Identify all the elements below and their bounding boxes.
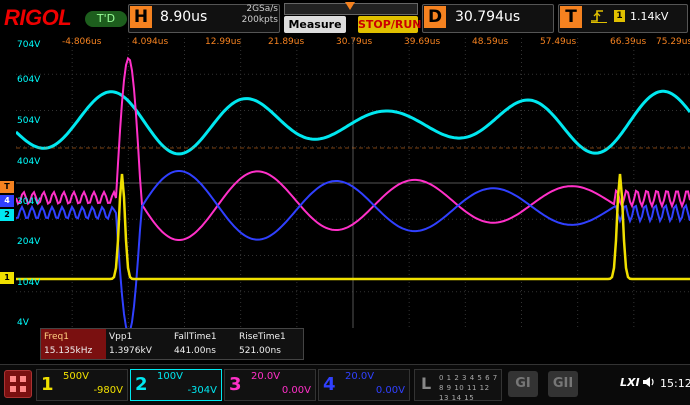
voltage-label: 404V (17, 157, 41, 167)
horizontal-label: H (130, 6, 152, 28)
trigger-source-badge: 1 (614, 10, 625, 22)
channel-scale: 20.0V (251, 371, 281, 382)
measurement-value: 15.135kHz (44, 346, 93, 356)
ch2-offset-marker[interactable]: 2 (0, 209, 14, 221)
sample-rate-info: 2GSa/s 200kpts (226, 4, 278, 26)
waveform-display[interactable] (16, 38, 690, 328)
channel-offset: -980V (93, 385, 123, 396)
generator-2-button[interactable]: GII (548, 371, 578, 397)
trigger-position-marker (345, 2, 355, 10)
channel-scale: 100V (157, 371, 183, 382)
channel-number: 4 (323, 374, 336, 395)
voltage-label: 504V (17, 116, 41, 126)
voltage-label: 604V (17, 75, 41, 85)
channel-number: 3 (229, 374, 242, 395)
measurement-name: Freq1 (44, 332, 70, 342)
stop-run-button[interactable]: STOP/RUN (358, 16, 421, 33)
trigger-level: 1.14kV (630, 10, 669, 23)
delay-value: 30.794us (455, 9, 521, 25)
logic-label: L (421, 374, 432, 393)
channel-offset: -304V (187, 385, 217, 396)
measurement-freq[interactable]: Freq1 15.135kHz (41, 329, 106, 359)
trigger-label: T (560, 6, 582, 28)
channel-4-box[interactable]: 4 20.0V 0.00V (318, 369, 410, 401)
channel-offset: 0.00V (281, 385, 311, 396)
measurement-vpp[interactable]: Vpp1 1.3976kV (106, 329, 171, 359)
speaker-icon[interactable] (642, 376, 656, 391)
trigger-level-marker[interactable]: T (0, 181, 14, 193)
logic-row: 0 1 2 3 4 5 6 7 (439, 374, 498, 382)
grid-menu-icon (10, 376, 26, 392)
logic-channels: 0 1 2 3 4 5 6 7 8 9 10 11 12 13 14 15 (439, 373, 501, 403)
ch1-offset-marker[interactable]: 1 (0, 272, 14, 284)
channel-2-box[interactable]: 2 100V -304V (130, 369, 222, 401)
delay-label: D (424, 6, 446, 28)
measurement-name: FallTime1 (174, 332, 217, 342)
channel-number: 1 (41, 374, 54, 395)
measurement-name: Vpp1 (109, 332, 133, 342)
channel-scale: 20.0V (345, 371, 375, 382)
measurement-falltime[interactable]: FallTime1 441.00ns (171, 329, 236, 359)
logic-row: 8 9 10 11 12 13 14 15 (439, 384, 490, 402)
menu-button[interactable] (4, 370, 32, 398)
lxi-icon: LXI (620, 376, 640, 389)
mode-badge: T'D (85, 11, 127, 27)
measurement-name: RiseTime1 (239, 332, 286, 342)
voltage-label: 704V (17, 40, 41, 50)
channel-1-box[interactable]: 1 500V -980V (36, 369, 128, 401)
rising-edge-icon (590, 8, 608, 28)
memory-depth: 200kpts (241, 15, 278, 25)
measure-button[interactable]: Measure (284, 16, 346, 33)
voltage-label: 4V (17, 318, 29, 328)
clock: 15:12 (660, 377, 690, 390)
channel-offset: 0.00V (375, 385, 405, 396)
channel-scale: 500V (63, 371, 89, 382)
voltage-label: 304V (17, 197, 41, 207)
ch4-offset-marker[interactable]: 4 (0, 195, 14, 207)
brand-logo: RIGOL (4, 5, 72, 30)
voltage-label: 204V (17, 237, 41, 247)
voltage-label: 104V (17, 278, 41, 288)
logic-analyzer-box[interactable]: L 0 1 2 3 4 5 6 7 8 9 10 11 12 13 14 15 (414, 369, 502, 403)
measurement-risetime[interactable]: RiseTime1 521.00ns (236, 329, 301, 359)
sample-rate: 2GSa/s (246, 4, 278, 14)
timebase-value: 8.90us (160, 9, 208, 25)
measurement-value: 1.3976kV (109, 346, 152, 356)
measurement-panel: Freq1 15.135kHz Vpp1 1.3976kV FallTime1 … (40, 328, 304, 360)
measurement-value: 521.00ns (239, 346, 281, 356)
channel-number: 2 (135, 374, 148, 395)
measurement-value: 441.00ns (174, 346, 216, 356)
generator-1-button[interactable]: GI (508, 371, 538, 397)
channel-3-box[interactable]: 3 20.0V 0.00V (224, 369, 316, 401)
